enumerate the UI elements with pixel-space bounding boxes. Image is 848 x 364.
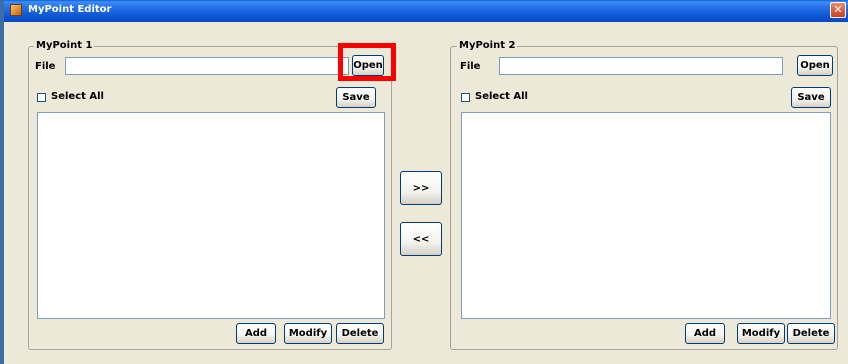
- select-all-label: Select All: [51, 91, 104, 102]
- save-button[interactable]: Save: [791, 87, 831, 108]
- file-path-input[interactable]: [65, 57, 349, 75]
- mypoint2-group: MyPoint 2 File Open Select All Save Add …: [450, 40, 838, 350]
- close-icon: ✕: [833, 3, 843, 16]
- file-label: File: [460, 61, 481, 72]
- file-label: File: [35, 61, 56, 72]
- mypoint2-legend: MyPoint 2: [457, 40, 518, 52]
- open-button[interactable]: Open: [797, 55, 833, 76]
- app-icon: [10, 4, 22, 16]
- open-button-highlight: [338, 43, 396, 81]
- mypoint1-list[interactable]: [37, 112, 385, 319]
- delete-button[interactable]: Delete: [787, 323, 835, 344]
- select-all-checkbox[interactable]: [461, 93, 470, 102]
- delete-button[interactable]: Delete: [336, 323, 384, 344]
- window-title: MyPoint Editor: [28, 4, 112, 15]
- file-path-input[interactable]: [499, 57, 783, 75]
- add-button[interactable]: Add: [236, 323, 276, 344]
- select-all-checkbox[interactable]: [37, 93, 46, 102]
- modify-button[interactable]: Modify: [737, 323, 785, 344]
- mypoint2-list[interactable]: [461, 112, 831, 319]
- move-left-button[interactable]: <<: [400, 222, 442, 256]
- modify-button[interactable]: Modify: [284, 323, 332, 344]
- select-all-label: Select All: [475, 91, 528, 102]
- close-button[interactable]: ✕: [830, 2, 846, 18]
- mypoint-editor-window: MyPoint Editor ✕ MyPoint 1 File Open Sel…: [4, 0, 848, 364]
- move-right-button[interactable]: >>: [400, 171, 442, 205]
- title-bar[interactable]: MyPoint Editor ✕: [4, 0, 848, 22]
- save-button[interactable]: Save: [336, 87, 376, 108]
- mypoint1-group: MyPoint 1 File Open Select All Save Add …: [28, 40, 392, 350]
- mypoint1-legend: MyPoint 1: [34, 40, 95, 52]
- add-button[interactable]: Add: [685, 323, 725, 344]
